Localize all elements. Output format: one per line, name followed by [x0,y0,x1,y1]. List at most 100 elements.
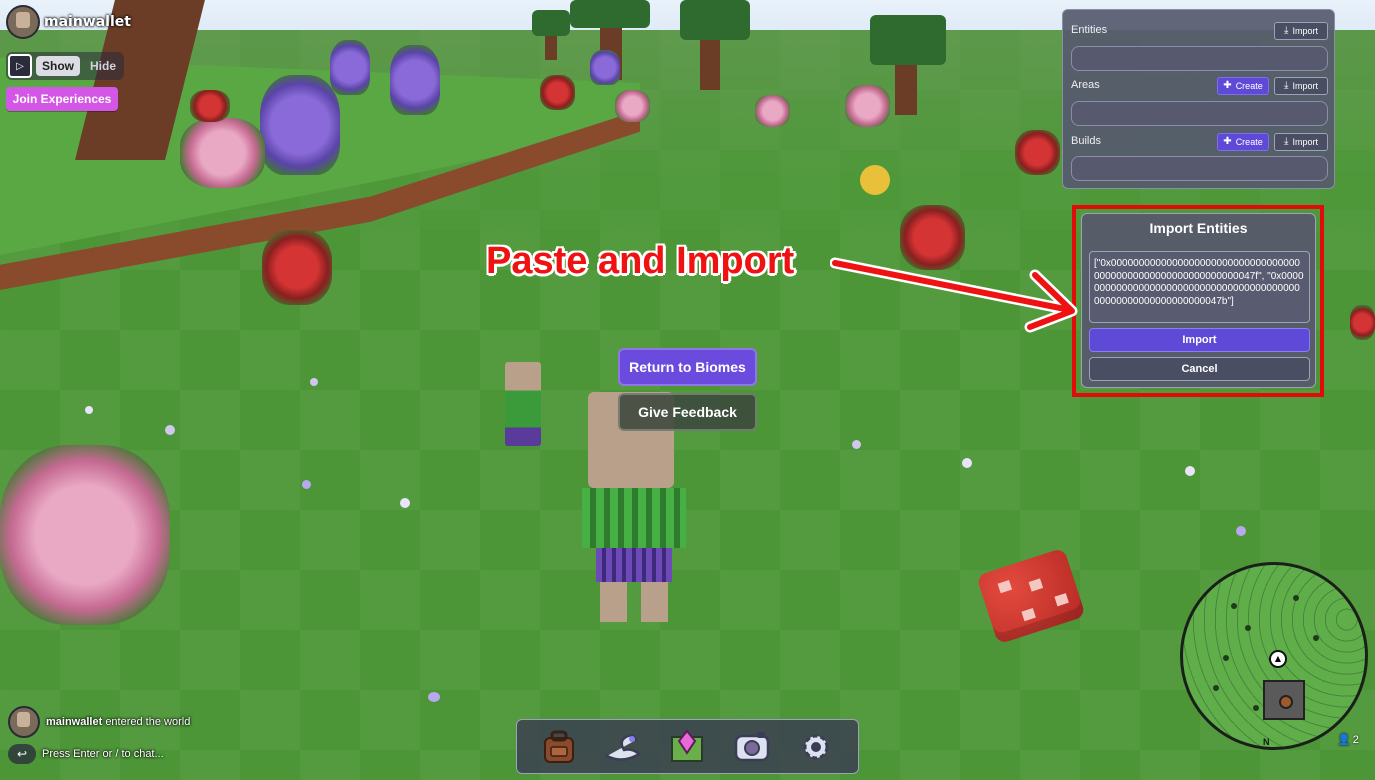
small-flower [1236,526,1246,536]
areas-import-button[interactable]: ⤓ Import [1274,77,1328,95]
entities-section-header: Entities ⤓ Import [1071,22,1328,42]
pink-flower-bush [845,85,890,127]
online-player-count[interactable]: 👤 2 [1337,733,1359,747]
small-flower [310,378,318,386]
chat-message-text: mainwallet entered the world [46,716,190,728]
minimap-structure [1263,680,1305,720]
chat-input[interactable]: ↩ Press Enter or / to chat... [8,744,164,764]
avatar-legs [600,582,668,622]
lavender-bush [590,50,620,85]
import-label: Import [1292,81,1318,91]
dialog-import-button[interactable]: Import [1089,328,1310,352]
entities-label: Entities [1071,24,1108,36]
red-rose-bush [540,75,575,110]
backpack-icon[interactable] [539,727,579,767]
pink-flower-bush [0,445,170,625]
areas-create-button[interactable]: ✚ Create [1217,77,1269,95]
minimap-tree-marker [1223,655,1229,661]
areas-section-header: Areas ✚ Create ⤓ Import [1071,77,1328,97]
minimap-player-marker: ▲ [1269,650,1287,668]
small-flower [302,480,311,489]
chat-username: mainwallet [46,716,103,728]
builds-import-button[interactable]: ⤓ Import [1274,133,1328,151]
minimap-tree-marker [1293,595,1299,601]
small-flower [400,498,410,508]
small-flower [85,406,93,414]
player-chip[interactable]: mainwallet [6,5,131,39]
camera-icon[interactable] [732,727,772,767]
give-feedback-button[interactable]: Give Feedback [618,393,757,431]
import-textarea[interactable]: ["0x000000000000000000000000000000000000… [1089,251,1310,323]
entities-import-button[interactable]: ⤓ Import [1274,22,1328,40]
map-icon[interactable] [667,727,707,767]
small-flower [428,692,440,702]
annotation-label: Paste and Import [486,240,795,282]
minimap-tree-marker [1245,625,1251,631]
minimap-tree-marker [1231,603,1237,609]
bottom-toolbar [516,719,859,774]
avatar[interactable] [6,5,40,39]
tree-trunk [150,0,172,28]
saddle-icon[interactable] [603,727,643,767]
builds-list[interactable] [1071,156,1328,181]
import-icon: ⤓ [1284,25,1289,36]
avatar-shirt [582,488,686,548]
tree-leaves [532,10,570,36]
import-label: Import [1292,26,1318,36]
create-label: Create [1235,137,1263,147]
plus-icon: ✚ [1223,136,1232,147]
chat-input-placeholder: Press Enter or / to chat... [42,748,164,760]
yellow-flower-bush [860,165,890,195]
people-icon: 👤 [1337,734,1351,746]
minimap-tree-marker [1213,685,1219,691]
hide-button[interactable]: Hide [84,56,122,76]
minimap-north-label: N [1263,737,1270,747]
tree-leaves [870,15,946,65]
player-name: mainwallet [44,14,131,30]
lavender-bush [260,75,340,175]
lavender-bush [330,40,370,95]
return-to-biomes-button[interactable]: Return to Biomes [618,348,757,386]
builds-create-button[interactable]: ✚ Create [1217,133,1269,151]
dialog-cancel-button[interactable]: Cancel [1089,357,1310,381]
red-rose-bush [190,90,230,122]
builds-label: Builds [1071,135,1101,147]
pink-flower-bush [755,95,790,127]
red-rose-bush [262,230,332,305]
plus-icon: ✚ [1223,80,1232,91]
play-icon[interactable]: ▷ [8,54,32,78]
tree-leaves [680,0,750,40]
builds-section-header: Builds ✚ Create ⤓ Import [1071,133,1328,153]
join-experiences-button[interactable]: Join Experiences [6,87,118,111]
minimap[interactable]: ▲ [1180,562,1368,750]
lavender-bush [390,45,440,115]
minimap-tree-marker [1253,705,1259,711]
show-hide-toggle: ▷ Show Hide [6,52,125,80]
pink-flower-bush [615,90,650,122]
avatar-skirt [596,548,672,582]
small-flower [165,425,175,435]
small-flower [852,440,861,449]
pink-flower-bush [180,118,265,188]
areas-list[interactable] [1071,101,1328,126]
red-rose-bush [1350,305,1375,340]
npc-character[interactable] [505,362,541,446]
editor-side-panel: Entities ⤓ Import Areas ✚ Create ⤓ Impor… [1062,9,1335,189]
areas-label: Areas [1071,79,1100,91]
tree-leaves [570,0,650,28]
player-count-value: 2 [1352,733,1359,746]
gear-icon[interactable] [796,727,836,767]
import-entities-dialog: Import Entities ["0x00000000000000000000… [1081,213,1316,388]
small-flower [962,458,972,468]
chat-message-body: entered the world [105,716,191,728]
entities-list[interactable] [1071,46,1328,71]
chat-message: mainwallet entered the world [8,706,190,738]
chat-avatar [8,706,40,738]
import-icon: ⤓ [1284,80,1289,91]
show-button[interactable]: Show [36,56,80,76]
minimap-tree-marker [1313,635,1319,641]
dialog-title: Import Entities [1149,220,1248,236]
enter-key-icon: ↩ [8,744,36,764]
import-label: Import [1292,137,1318,147]
small-flower [1185,466,1195,476]
